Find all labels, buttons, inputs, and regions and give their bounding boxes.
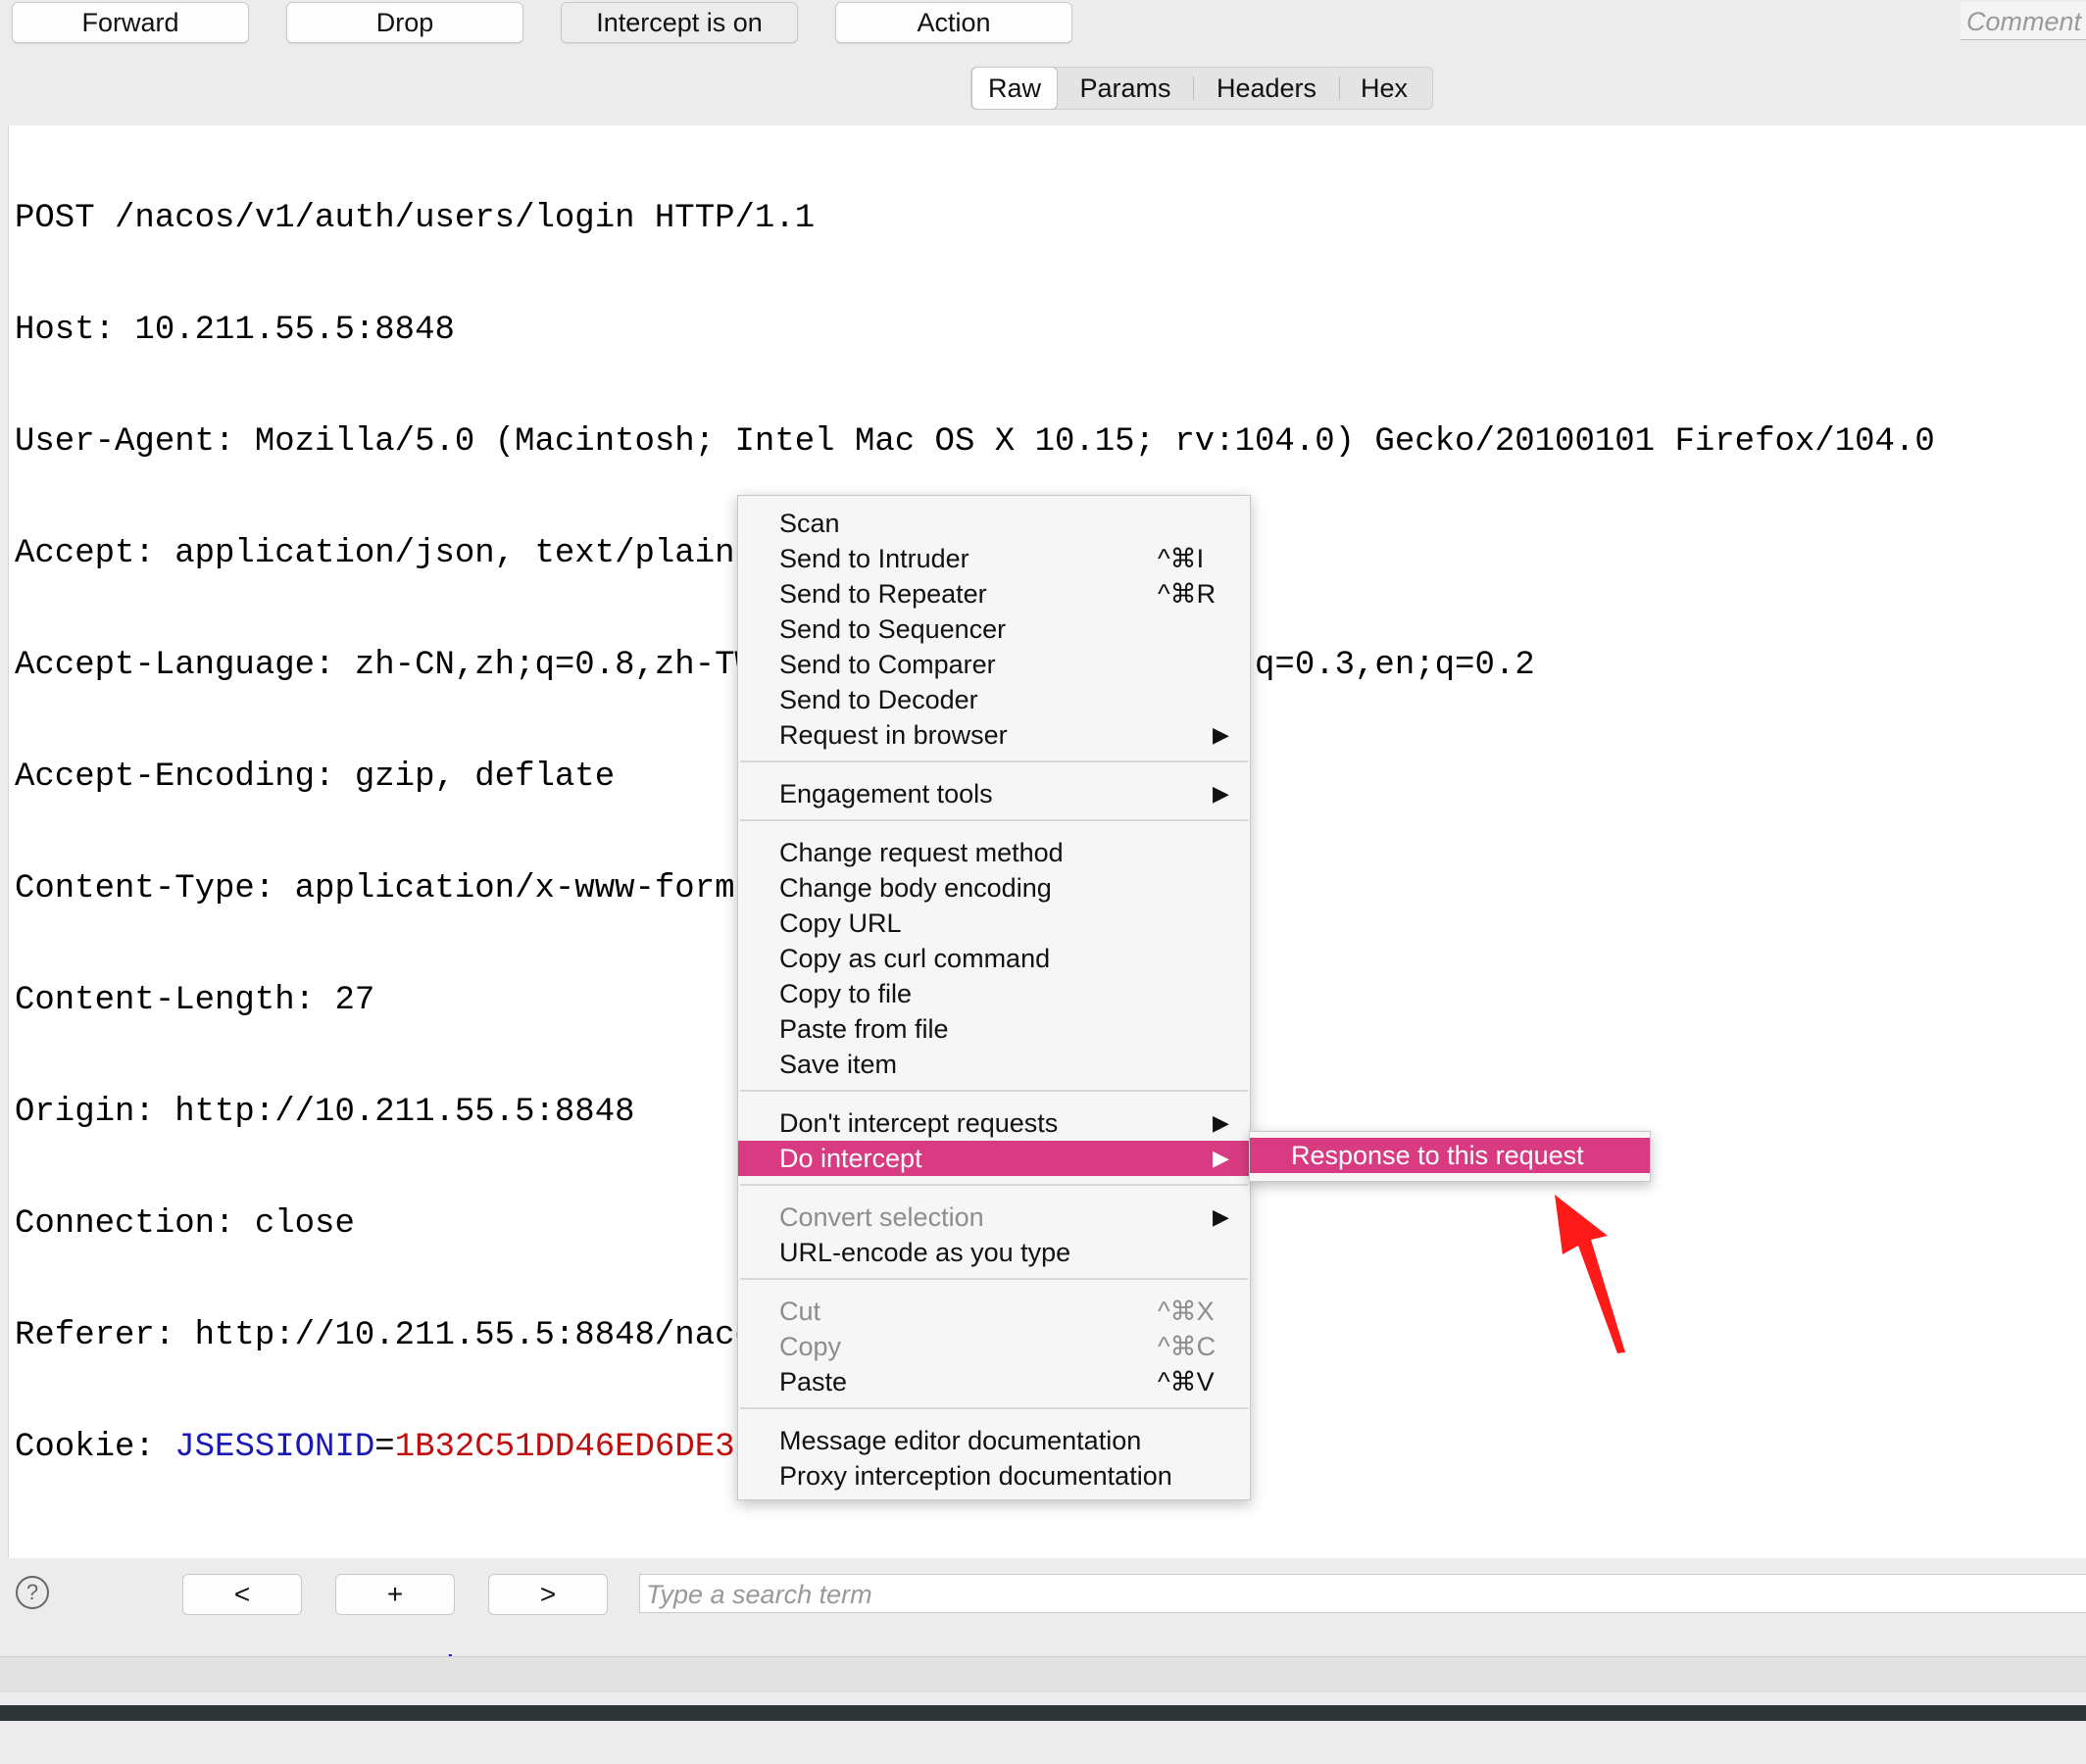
menu-item-copy-as-curl[interactable]: Copy as curl command <box>738 941 1250 976</box>
menu-item-proxy-interception-docs[interactable]: Proxy interception documentation <box>738 1458 1250 1494</box>
menu-item-label: Message editor documentation <box>779 1425 1142 1455</box>
menu-item-copy-to-file[interactable]: Copy to file <box>738 976 1250 1011</box>
menu-item-url-encode-as-you-type[interactable]: URL-encode as you type <box>738 1235 1250 1270</box>
menu-item-request-in-browser[interactable]: Request in browser ▶ <box>738 717 1250 753</box>
help-icon[interactable]: ? <box>16 1576 49 1609</box>
menu-item-send-to-intruder[interactable]: Send to Intruder ^⌘I <box>738 541 1250 576</box>
annotation-arrow-icon <box>1555 1195 1625 1353</box>
menu-separator <box>740 1184 1248 1186</box>
menu-item-label: Copy to file <box>779 978 913 1008</box>
menu-item-do-intercept[interactable]: Do intercept ▶ <box>738 1141 1250 1176</box>
menu-item-label: Paste from file <box>779 1013 949 1044</box>
forward-button[interactable]: Forward <box>12 2 249 43</box>
header-host: Host: 10.211.55.5:8848 <box>15 312 455 349</box>
shortcut-label: ^⌘X <box>1158 1296 1215 1326</box>
menu-item-paste[interactable]: Paste ^⌘V <box>738 1364 1250 1399</box>
menu-item-label: Send to Comparer <box>779 649 996 679</box>
menu-item-engagement-tools[interactable]: Engagement tools ▶ <box>738 776 1250 811</box>
shortcut-label: ^⌘V <box>1158 1366 1215 1396</box>
previous-match-button[interactable]: < <box>182 1574 302 1615</box>
cookie-value: 1B32C51DD46ED6DE32 <box>394 1429 755 1466</box>
drop-button[interactable]: Drop <box>286 2 523 43</box>
menu-item-change-request-method[interactable]: Change request method <box>738 835 1250 870</box>
menu-item-label: Send to Sequencer <box>779 613 1007 644</box>
menu-item-send-to-comparer[interactable]: Send to Comparer <box>738 647 1250 682</box>
menu-item-label: Cut <box>779 1296 821 1326</box>
shortcut-label: ^⌘R <box>1158 578 1217 609</box>
menu-item-convert-selection[interactable]: Convert selection ▶ <box>738 1200 1250 1235</box>
menu-item-label: Change request method <box>779 837 1064 867</box>
menu-item-label: Save item <box>779 1049 898 1079</box>
menu-item-response-to-this-request[interactable]: Response to this request <box>1250 1138 1650 1173</box>
action-button[interactable]: Action <box>835 2 1072 43</box>
menu-item-label: Convert selection <box>779 1201 984 1232</box>
menu-item-scan[interactable]: Scan <box>738 506 1250 541</box>
cookie-equals: = <box>374 1429 395 1466</box>
menu-item-copy[interactable]: Copy ^⌘C <box>738 1329 1250 1364</box>
menu-item-label: Copy URL <box>779 907 902 938</box>
menu-separator <box>740 1407 1248 1409</box>
header-user-agent: User-Agent: Mozilla/5.0 (Macintosh; Inte… <box>15 423 1935 461</box>
menu-item-label: Copy as curl command <box>779 943 1051 973</box>
status-bar <box>0 1656 2086 1692</box>
tab-params[interactable]: Params <box>1058 68 1193 109</box>
menu-item-label: Send to Intruder <box>779 543 969 573</box>
menu-item-label: Send to Decoder <box>779 684 978 714</box>
menu-item-send-to-repeater[interactable]: Send to Repeater ^⌘R <box>738 576 1250 612</box>
editor-search-bar: ? < + > Type a search term <box>0 1558 2086 1627</box>
menu-item-change-body-encoding[interactable]: Change body encoding <box>738 870 1250 906</box>
submenu-arrow-icon: ▶ <box>1213 1204 1229 1229</box>
add-search-button[interactable]: + <box>335 1574 455 1615</box>
menu-item-label: Send to Repeater <box>779 578 987 609</box>
do-intercept-submenu: Response to this request <box>1249 1131 1651 1182</box>
request-line: POST /nacos/v1/auth/users/login HTTP/1.1 <box>15 200 816 237</box>
menu-item-label: Change body encoding <box>779 872 1052 903</box>
proxy-toolbar: Forward Drop Intercept is on Action Comm… <box>0 0 2086 59</box>
menu-item-send-to-decoder[interactable]: Send to Decoder <box>738 682 1250 717</box>
submenu-arrow-icon: ▶ <box>1213 722 1229 747</box>
cookie-key: JSESSIONID <box>174 1429 375 1466</box>
menu-item-copy-url[interactable]: Copy URL <box>738 906 1250 941</box>
context-menu: Scan Send to Intruder ^⌘I Send to Repeate… <box>737 495 1251 1500</box>
cookie-label: Cookie: <box>15 1429 175 1466</box>
tab-hex[interactable]: Hex <box>1340 68 1428 109</box>
submenu-arrow-icon: ▶ <box>1213 1146 1229 1170</box>
tab-headers[interactable]: Headers <box>1194 68 1339 109</box>
menu-item-label: Don't intercept requests <box>779 1107 1059 1138</box>
menu-item-message-editor-docs[interactable]: Message editor documentation <box>738 1423 1250 1458</box>
menu-item-dont-intercept[interactable]: Don't intercept requests ▶ <box>738 1105 1250 1141</box>
message-tabs: Raw Params Headers Hex <box>970 67 1433 110</box>
menu-item-label: Response to this request <box>1291 1140 1584 1170</box>
menu-item-save-item[interactable]: Save item <box>738 1047 1250 1082</box>
menu-item-send-to-sequencer[interactable]: Send to Sequencer <box>738 612 1250 647</box>
menu-item-label: Proxy interception documentation <box>779 1460 1172 1491</box>
menu-separator <box>740 819 1248 821</box>
shortcut-label: ^⌘C <box>1158 1331 1217 1361</box>
comment-field[interactable]: Comment <box>1961 2 2086 40</box>
next-match-button[interactable]: > <box>488 1574 608 1615</box>
tab-raw[interactable]: Raw <box>971 67 1058 110</box>
submenu-arrow-icon: ▶ <box>1213 781 1229 806</box>
menu-item-paste-from-file[interactable]: Paste from file <box>738 1011 1250 1047</box>
menu-separator <box>740 1090 1248 1092</box>
submenu-arrow-icon: ▶ <box>1213 1110 1229 1135</box>
menu-separator <box>740 1278 1248 1280</box>
menu-item-label: Engagement tools <box>779 778 993 808</box>
menu-item-label: Scan <box>779 508 840 538</box>
menu-separator <box>740 760 1248 762</box>
search-input[interactable]: Type a search term <box>639 1574 2086 1613</box>
menu-item-label: Copy <box>779 1331 842 1361</box>
shortcut-label: ^⌘I <box>1158 543 1205 573</box>
menu-item-label: URL-encode as you type <box>779 1237 1071 1267</box>
window-bottom-edge <box>0 1705 2086 1721</box>
menu-item-cut[interactable]: Cut ^⌘X <box>738 1294 1250 1329</box>
menu-item-label: Request in browser <box>779 719 1008 750</box>
menu-item-label: Do intercept <box>779 1143 922 1173</box>
menu-item-label: Paste <box>779 1366 848 1396</box>
intercept-toggle-button[interactable]: Intercept is on <box>561 2 798 43</box>
